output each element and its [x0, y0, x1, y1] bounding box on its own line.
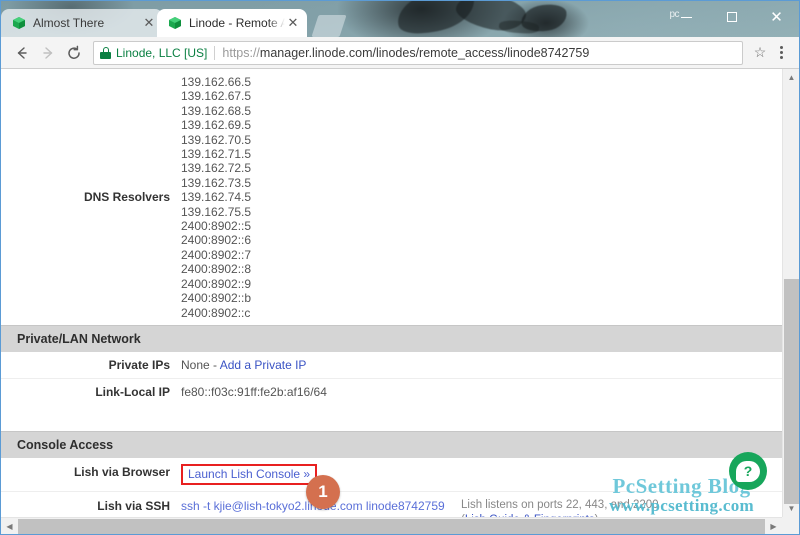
help-glyph: ? [743, 462, 753, 479]
title-bar: Almost There ✕ Linode - Remote Access ✕ … [1, 1, 799, 37]
forward-button[interactable] [35, 40, 61, 66]
url-text: https://manager.linode.com/linodes/remot… [222, 46, 589, 60]
scroll-down-arrow-icon[interactable]: ▼ [783, 500, 799, 517]
dns-server: 139.162.75.5 [181, 204, 252, 219]
tab-close-icon[interactable]: ✕ [141, 15, 157, 31]
scrollbar-corner [782, 517, 799, 534]
dns-server: 139.162.73.5 [181, 175, 252, 190]
close-window-button[interactable]: ✕ [754, 1, 799, 33]
dns-server: 139.162.71.5 [181, 147, 252, 162]
dns-server: 139.162.74.5 [181, 190, 252, 205]
row-lish-via-ssh: Lish via SSH ssh -t kjie@lish-tokyo2.lin… [1, 492, 782, 517]
dns-server: 139.162.72.5 [181, 161, 252, 176]
menu-dots-icon[interactable] [771, 46, 791, 59]
row-private-ips: Private IPs None - Add a Private IP [1, 352, 782, 379]
tab-title: Almost There [33, 16, 105, 30]
section-header-private-lan: Private/LAN Network [1, 324, 782, 352]
arrow-left-icon [17, 46, 27, 59]
tab-title: Linode - Remote Access [189, 16, 285, 30]
window-controls: ✕ [664, 1, 799, 33]
vertical-scrollbar-thumb[interactable] [784, 279, 799, 504]
add-private-ip-link[interactable]: Add a Private IP [220, 358, 307, 372]
dns-resolvers-label: DNS Resolvers [83, 190, 170, 205]
remote-access-panel: DNS Resolvers 139.162.66.5 139.162.67.5 … [1, 69, 782, 517]
maximize-icon [726, 12, 737, 22]
launch-lish-console-highlight: Launch Lish Console » [181, 463, 318, 485]
dns-server: 2400:8902::8 [181, 262, 252, 277]
browser-toolbar: Linode, LLC [US] https://manager.linode.… [1, 37, 799, 69]
dns-server: 2400:8902::b [181, 291, 252, 306]
dns-server: 2400:8902::9 [181, 276, 252, 291]
dns-server: 2400:8902::6 [181, 233, 252, 248]
scroll-up-arrow-icon[interactable]: ▲ [783, 69, 799, 86]
tab-almost-there[interactable]: Almost There ✕ [1, 9, 163, 37]
row-lish-via-browser: Lish via Browser Launch Lish Console » [1, 458, 782, 492]
horizontal-scrollbar[interactable]: ◀ ▶ [1, 517, 799, 534]
reload-button[interactable] [61, 40, 87, 66]
close-icon: ✕ [770, 8, 783, 26]
minimize-button[interactable] [664, 1, 709, 33]
bookmark-star-icon[interactable]: ☆ [749, 44, 771, 61]
omnibox-divider [214, 45, 216, 60]
dns-server: 2400:8902::7 [181, 247, 252, 262]
tab-strip: Almost There ✕ Linode - Remote Access ✕ [1, 7, 347, 37]
linode-cube-icon [12, 16, 26, 30]
page-viewport: DNS Resolvers 139.162.66.5 139.162.67.5 … [1, 69, 799, 534]
lish-browser-label: Lish via Browser [73, 464, 170, 479]
dns-server: 139.162.68.5 [181, 103, 252, 118]
dns-server: 2400:8902::5 [181, 219, 252, 234]
dns-resolver-list: 139.162.66.5 139.162.67.5 139.162.68.5 1… [181, 75, 782, 320]
tab-linode-remote-access[interactable]: Linode - Remote Access ✕ [157, 9, 307, 37]
link-local-ip-value: fe80::f03c:91ff:fe2b:af16/64 [181, 384, 327, 399]
launch-lish-console-link[interactable]: Launch Lish Console » [188, 467, 310, 481]
scroll-right-arrow-icon[interactable]: ▶ [765, 518, 782, 535]
tab-close-icon[interactable]: ✕ [285, 15, 301, 31]
help-icon: ? [736, 460, 760, 482]
row-dns-resolvers: DNS Resolvers 139.162.66.5 139.162.67.5 … [1, 69, 782, 325]
linode-cube-icon [168, 16, 182, 30]
url-host-path: manager.linode.com/linodes/remote_access… [259, 45, 590, 60]
browser-window: Almost There ✕ Linode - Remote Access ✕ … [0, 0, 800, 535]
link-local-ip-label: Link-Local IP [95, 384, 170, 399]
new-tab-button[interactable] [311, 15, 347, 37]
dns-server: 139.162.70.5 [181, 132, 252, 147]
help-button[interactable]: ? [729, 452, 767, 490]
row-link-local-ip: Link-Local IP fe80::f03c:91ff:fe2b:af16/… [1, 379, 782, 405]
lish-ssh-label: Lish via SSH [97, 498, 170, 513]
scroll-left-arrow-icon[interactable]: ◀ [1, 518, 18, 535]
url-scheme: https:// [222, 45, 260, 60]
dns-server: 2400:8902::c [181, 305, 251, 320]
dns-server: 139.162.66.5 [181, 75, 252, 89]
dns-server: 139.162.69.5 [181, 118, 252, 133]
step-badge-1: 1 [306, 475, 340, 509]
lock-icon [100, 46, 111, 59]
minimize-icon [681, 16, 692, 18]
reload-icon [68, 45, 80, 59]
lish-ssh-note-text: Lish listens on ports 22, 443, and 2200 [461, 498, 659, 511]
lish-ssh-note: Lish listens on ports 22, 443, and 2200 … [451, 498, 782, 517]
vertical-scrollbar[interactable]: ▲ ▼ [782, 69, 799, 517]
section-header-console-access: Console Access [1, 430, 782, 458]
maximize-button[interactable] [709, 1, 754, 33]
arrow-right-icon [43, 46, 53, 59]
address-bar[interactable]: Linode, LLC [US] https://manager.linode.… [93, 40, 743, 65]
horizontal-scrollbar-thumb[interactable] [18, 519, 765, 534]
private-ips-value: None - [181, 357, 220, 372]
private-ips-label: Private IPs [108, 357, 170, 372]
dns-server: 139.162.67.5 [181, 89, 252, 104]
site-identity-label: Linode, LLC [US] [116, 45, 208, 60]
back-button[interactable] [9, 40, 35, 66]
page-content: DNS Resolvers 139.162.66.5 139.162.67.5 … [1, 69, 782, 517]
